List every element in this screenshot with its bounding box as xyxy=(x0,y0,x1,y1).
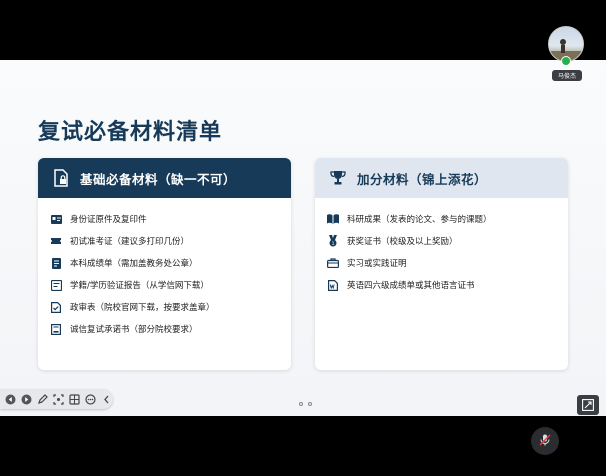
svg-text:1: 1 xyxy=(332,241,335,247)
bonus-materials-header: 加分材料（锦上添花） xyxy=(315,158,568,198)
list-item: 身份证原件及复印件 xyxy=(50,208,291,230)
collapse-toolbar-icon[interactable] xyxy=(99,392,113,407)
next-slide-icon[interactable] xyxy=(20,392,34,407)
slide-pagination[interactable] xyxy=(299,402,312,406)
mic-off-icon xyxy=(538,432,552,451)
bonus-materials-card: 加分材料（锦上添花） 科研成果（发表的论文、参与的课题） 1 获奖证书（校级及以… xyxy=(315,158,568,370)
checked-document-icon xyxy=(50,301,62,313)
certificate-icon xyxy=(50,279,62,291)
ticket-icon xyxy=(50,235,62,247)
medal-icon: 1 xyxy=(327,235,339,247)
presentation-toolbar xyxy=(0,389,113,409)
mic-active-icon xyxy=(561,56,571,66)
screenshot-icon[interactable] xyxy=(52,392,66,407)
list-item: 英语四六级成绩单或其他语言证书 xyxy=(327,274,568,296)
expand-icon xyxy=(582,396,594,415)
list-item: 科研成果（发表的论文、参与的课题） xyxy=(327,208,568,230)
previous-slide-icon[interactable] xyxy=(4,392,18,407)
id-card-icon xyxy=(50,213,62,225)
pen-icon[interactable] xyxy=(36,392,50,407)
bonus-materials-title: 加分材料（锦上添花） xyxy=(357,171,488,187)
meeting-screen: 复试必备材料清单 基础必备材料（缺一不可） 身份证原件及复印件 初试准考证（建议… xyxy=(0,0,606,476)
slide-title: 复试必备材料清单 xyxy=(38,120,223,145)
page-dot[interactable] xyxy=(308,402,312,406)
briefcase-icon xyxy=(327,257,339,269)
basic-materials-header: 基础必备材料（缺一不可） xyxy=(38,158,291,198)
book-icon xyxy=(327,213,339,225)
trophy-icon xyxy=(329,169,347,187)
list-item: 1 获奖证书（校级及以上奖励） xyxy=(327,230,568,252)
grid-view-icon[interactable] xyxy=(67,392,81,407)
list-item: 实习或实践证明 xyxy=(327,252,568,274)
list-item: 学籍/学历验证报告（从学信网下载） xyxy=(50,274,291,296)
list-item: 政审表（院校官网下载，按要求盖章） xyxy=(50,296,291,318)
more-options-icon[interactable] xyxy=(83,392,97,407)
participant-name: 马俊杰 xyxy=(552,70,582,81)
page-dot[interactable] xyxy=(299,402,303,406)
pledge-document-icon xyxy=(50,323,62,335)
shared-slide: 复试必备材料清单 基础必备材料（缺一不可） 身份证原件及复印件 初试准考证（建议… xyxy=(0,60,606,416)
basic-materials-title: 基础必备材料（缺一不可） xyxy=(80,171,237,187)
list-item: 诚信复试承诺书（部分院校要求） xyxy=(50,318,291,340)
document-lock-icon xyxy=(52,169,70,187)
mute-button[interactable] xyxy=(531,427,559,455)
fullscreen-button[interactable] xyxy=(577,395,599,415)
list-item: 本科成绩单（需加盖教务处公章） xyxy=(50,252,291,274)
basic-materials-card: 基础必备材料（缺一不可） 身份证原件及复印件 初试准考证（建议多打印几份） 本科… xyxy=(38,158,291,370)
list-item: 初试准考证（建议多打印几份） xyxy=(50,230,291,252)
word-document-icon xyxy=(327,279,339,291)
transcript-icon xyxy=(50,257,62,269)
